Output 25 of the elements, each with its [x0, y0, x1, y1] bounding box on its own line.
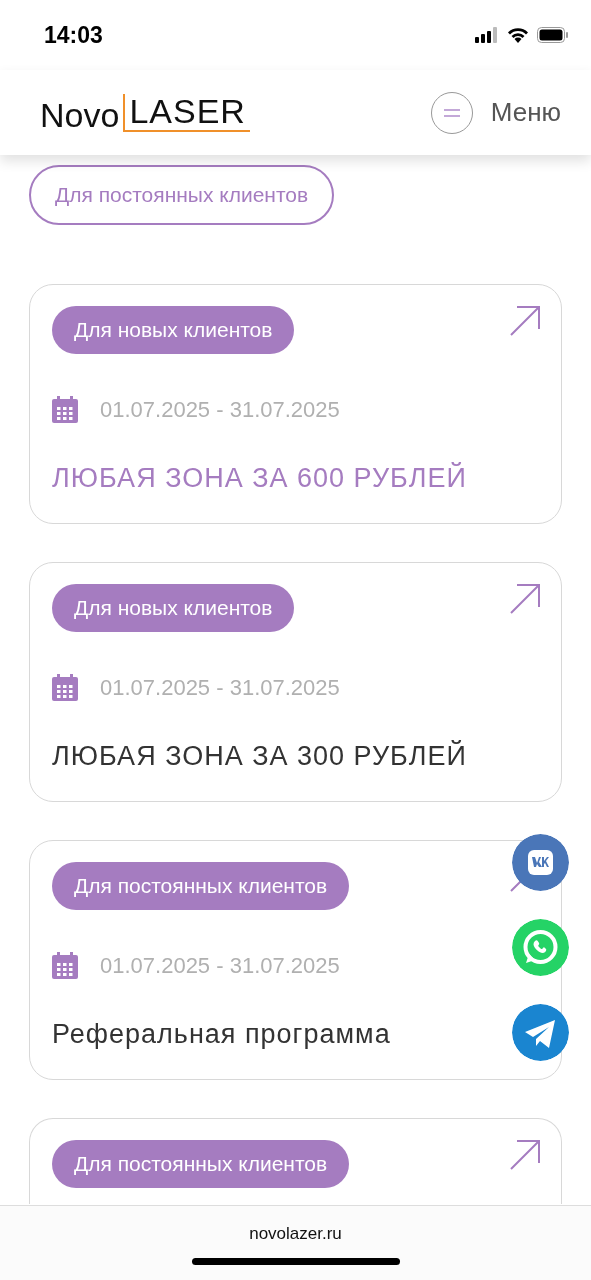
category-tag: Для новых клиентов — [52, 306, 295, 354]
category-tag: Для постоянных клиентов — [52, 1140, 350, 1188]
date-range: 01.07.2025 - 31.07.2025 — [100, 396, 340, 423]
whatsapp-icon[interactable] — [512, 919, 569, 976]
promo-title: Реферальная программа — [52, 1019, 392, 1050]
signal-icon — [475, 27, 499, 43]
menu-button[interactable]: Меню — [430, 91, 561, 134]
wifi-icon — [507, 27, 529, 43]
logo-text: LASER — [123, 93, 250, 132]
vk-icon[interactable] — [512, 834, 569, 891]
date-range: 01.07.2025 - 31.07.2025 — [100, 952, 340, 979]
promo-title: ЛЮБАЯ ЗОНА ЗА 300 РУБЛЕЙ — [52, 741, 468, 772]
logo-text: Novo — [40, 97, 120, 132]
calendar-icon — [52, 396, 78, 423]
telegram-icon[interactable] — [512, 1004, 569, 1061]
calendar-icon — [52, 674, 78, 701]
category-tag: Для новых клиентов — [52, 584, 295, 632]
promo-title: ЛЮБАЯ ЗОНА ЗА 600 РУБЛЕЙ — [52, 463, 468, 494]
promo-card[interactable]: Для новых клиентов 01.07.2025 - 31.07.2025 ЛЮБАЯ ЗОНА ЗА 300 РУБЛЕЙ — [29, 562, 562, 802]
date-range: 01.07.2025 - 31.07.2025 — [100, 674, 340, 701]
category-tag: Для постоянных клиентов — [52, 862, 350, 910]
battery-icon — [537, 27, 569, 43]
calendar-icon — [52, 952, 78, 979]
status-time: 14:03 — [44, 21, 103, 49]
url-text: novolazer.ru — [249, 1224, 342, 1244]
